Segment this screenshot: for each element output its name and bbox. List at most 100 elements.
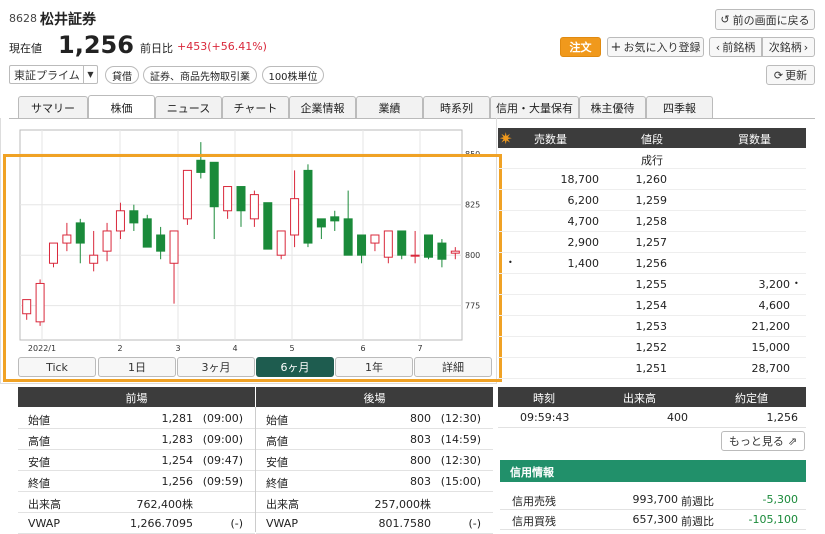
session-pm-header: 後場 bbox=[256, 387, 493, 407]
order-price: 成行 bbox=[641, 154, 663, 167]
order-book-row[interactable]: 1,253 21,200 bbox=[498, 316, 806, 337]
back-button[interactable]: ↺ 前の画面に戻る bbox=[715, 9, 815, 30]
period-button-5[interactable]: 詳細 bbox=[414, 357, 492, 377]
order-book-row[interactable]: 1,254 4,600 bbox=[498, 295, 806, 316]
period-button-3[interactable]: 6ヶ月 bbox=[256, 357, 334, 377]
chevron-left-icon: ‹ bbox=[715, 40, 721, 54]
period-button-1[interactable]: 1日 bbox=[98, 357, 176, 377]
tab-2[interactable]: ニュース bbox=[155, 96, 222, 118]
period-button-2[interactable]: 3ヶ月 bbox=[177, 357, 255, 377]
session-row: 終値 1,256 (09:59) bbox=[18, 471, 255, 492]
session-label: 出来高 bbox=[28, 498, 61, 511]
stock-code: 8628 bbox=[9, 12, 37, 25]
stock-name: 松井証券 bbox=[40, 12, 96, 28]
order-book-row[interactable]: 1,251 28,700 bbox=[498, 358, 806, 379]
session-value: 1,281 bbox=[161, 412, 194, 425]
session-time: (09:47) bbox=[202, 454, 243, 467]
order-book-row[interactable]: 2,900 1,257 bbox=[498, 232, 806, 253]
session-time: (14:59) bbox=[440, 433, 481, 446]
margin-value: 657,300 bbox=[632, 513, 679, 526]
order-price: 1,257 bbox=[635, 236, 668, 249]
next-stock-button[interactable]: 次銘柄 › bbox=[762, 37, 815, 57]
session-row: 安値 1,254 (09:47) bbox=[18, 450, 255, 471]
tab-7[interactable]: 信用・大量保有 bbox=[490, 96, 579, 118]
session-value: 1,266.7095 bbox=[130, 517, 193, 530]
exec-price-header: 約定値 bbox=[735, 392, 768, 405]
sparkle-icon: ✷ bbox=[499, 129, 513, 148]
buy-qty: 28,700 bbox=[751, 362, 791, 375]
sell-qty: 2,900 bbox=[567, 236, 600, 249]
buy-qty-header: 買数量 bbox=[738, 133, 771, 146]
session-time: (12:30) bbox=[440, 454, 481, 467]
order-button[interactable]: 注文 bbox=[560, 37, 601, 57]
session-label: 高値 bbox=[28, 435, 50, 448]
trade-price: 1,256 bbox=[766, 411, 799, 424]
tab-9[interactable]: 四季報 bbox=[646, 96, 713, 118]
order-price: 1,255 bbox=[635, 278, 668, 291]
buy-qty: 15,000 bbox=[751, 341, 791, 354]
period-button-4[interactable]: 1年 bbox=[335, 357, 413, 377]
sell-qty-header: 売数量 bbox=[534, 133, 567, 146]
session-row: VWAP 1,266.7095 (-) bbox=[18, 513, 255, 534]
buy-qty: 3,200 bbox=[758, 278, 791, 291]
order-book-row[interactable]: 1,255 3,200 bbox=[498, 274, 806, 295]
order-book-header: 売数量 値段 買数量 bbox=[498, 128, 806, 148]
session-am-header: 前場 bbox=[18, 387, 255, 407]
tab-1[interactable]: 株価 bbox=[88, 95, 155, 119]
current-price: 1,256 bbox=[58, 31, 134, 59]
trade-time: 09:59:43 bbox=[520, 411, 570, 424]
session-value: 1,254 bbox=[161, 454, 194, 467]
session-label: 終値 bbox=[266, 477, 288, 490]
session-value: 257,000株 bbox=[374, 498, 432, 511]
session-label: 始値 bbox=[266, 414, 288, 427]
session-row: VWAP 801.7580 (-) bbox=[256, 513, 493, 534]
market-select[interactable]: 東証プライム ▼ bbox=[9, 65, 98, 84]
bid-marker-dot: • bbox=[794, 279, 799, 288]
session-row: 安値 800 (12:30) bbox=[256, 450, 493, 471]
refresh-button[interactable]: ⟳ 更新 bbox=[766, 65, 815, 85]
session-row: 高値 803 (14:59) bbox=[256, 429, 493, 450]
session-time: (12:30) bbox=[440, 412, 481, 425]
session-value: 1,256 bbox=[161, 475, 194, 488]
tab-0[interactable]: サマリー bbox=[18, 96, 88, 118]
order-book-row[interactable]: 成行 bbox=[498, 148, 806, 169]
session-value: 803 bbox=[410, 433, 431, 446]
buy-qty: 4,600 bbox=[758, 299, 791, 312]
tab-5[interactable]: 業績 bbox=[356, 96, 423, 118]
session-row: 始値 800 (12:30) bbox=[256, 408, 493, 429]
prev-stock-button[interactable]: ‹ 前銘柄 bbox=[709, 37, 762, 57]
tag-lending: 貸借 bbox=[105, 66, 139, 84]
plus-icon: + bbox=[610, 39, 622, 55]
session-label: VWAP bbox=[28, 517, 60, 530]
more-button[interactable]: もっと見る ⇗ bbox=[721, 431, 805, 451]
order-book-row[interactable]: 1,400 1,256 bbox=[498, 253, 806, 274]
sell-qty: 4,700 bbox=[567, 215, 600, 228]
session-row: 出来高 257,000株 bbox=[256, 492, 493, 513]
tab-3[interactable]: チャート bbox=[222, 96, 289, 118]
order-book-row[interactable]: 18,700 1,260 bbox=[498, 169, 806, 190]
session-row: 出来高 762,400株 bbox=[18, 492, 255, 513]
margin-label: 信用買残 bbox=[512, 515, 556, 528]
price-header: 値段 bbox=[641, 133, 663, 146]
order-book-row[interactable]: 1,252 15,000 bbox=[498, 337, 806, 358]
period-button-0[interactable]: Tick bbox=[18, 357, 96, 377]
session-row: 終値 803 (15:00) bbox=[256, 471, 493, 492]
sell-qty: 6,200 bbox=[567, 194, 600, 207]
session-time: (09:00) bbox=[202, 412, 243, 425]
chart-highlight-frame bbox=[3, 154, 502, 382]
order-price: 1,260 bbox=[635, 173, 668, 186]
tag-industry: 証券、商品先物取引業 bbox=[143, 66, 257, 84]
tab-4[interactable]: 企業情報 bbox=[289, 96, 356, 118]
favorite-button[interactable]: + お気に入り登録 bbox=[607, 37, 704, 57]
session-row: 高値 1,283 (09:00) bbox=[18, 429, 255, 450]
order-price: 1,253 bbox=[635, 320, 668, 333]
margin-header: 信用情報 bbox=[500, 460, 806, 482]
sell-qty: 18,700 bbox=[560, 173, 600, 186]
tab-6[interactable]: 時系列 bbox=[423, 96, 490, 118]
session-value: 801.7580 bbox=[378, 517, 432, 530]
tab-8[interactable]: 株主優待 bbox=[579, 96, 646, 118]
session-value: 800 bbox=[410, 412, 431, 425]
session-value: 1,283 bbox=[161, 433, 194, 446]
order-book-row[interactable]: 6,200 1,259 bbox=[498, 190, 806, 211]
order-book-row[interactable]: 4,700 1,258 bbox=[498, 211, 806, 232]
